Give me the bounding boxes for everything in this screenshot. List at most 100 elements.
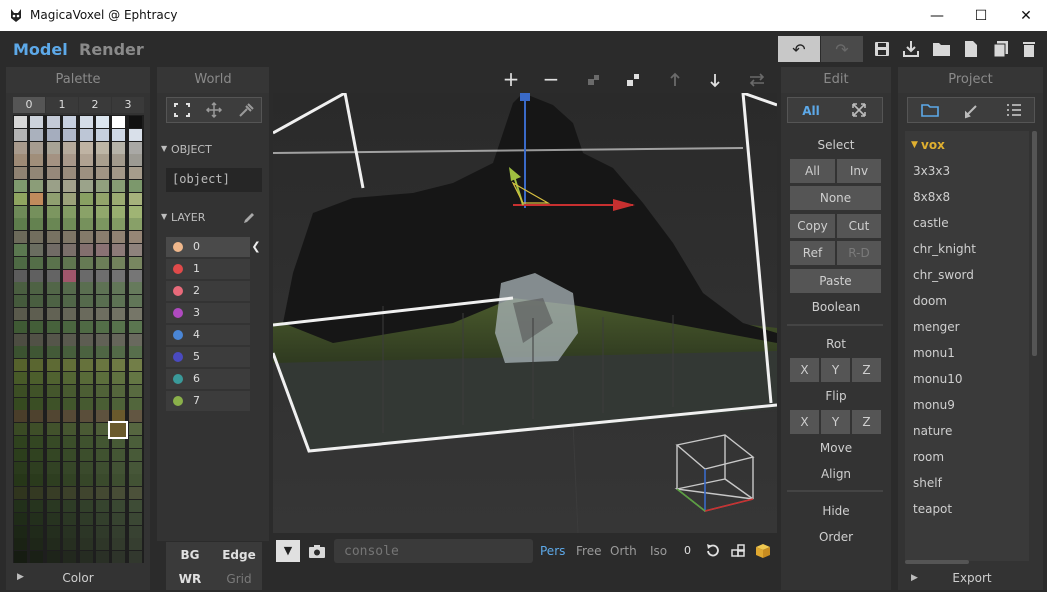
palette-swatch[interactable]	[14, 500, 27, 512]
palette-swatch[interactable]	[128, 500, 142, 512]
palette-swatch[interactable]	[112, 282, 126, 295]
palette-swatch[interactable]	[14, 141, 27, 154]
open-folder-icon[interactable]	[931, 36, 953, 62]
console-dropdown-icon[interactable]: ▼	[276, 540, 300, 562]
palette-swatch[interactable]	[128, 436, 142, 448]
palette-swatch[interactable]	[112, 538, 126, 551]
palette-swatch[interactable]	[128, 231, 142, 244]
palette-swatch[interactable]	[46, 218, 60, 231]
palette-swatch[interactable]	[30, 116, 44, 128]
palette-swatch[interactable]	[96, 180, 109, 192]
palette-swatch[interactable]	[128, 333, 142, 346]
palette-swatch[interactable]	[79, 154, 93, 167]
palette-swatch[interactable]	[63, 474, 77, 487]
palette-swatch[interactable]	[112, 205, 126, 218]
project-file-item[interactable]: castle	[913, 216, 949, 230]
palette-swatch[interactable]	[14, 320, 27, 333]
palette-swatch[interactable]	[30, 244, 44, 256]
export-button[interactable]: Export	[944, 571, 1000, 585]
palette-swatch[interactable]	[128, 448, 142, 461]
palette-swatch[interactable]	[128, 282, 142, 295]
rotate-y-button[interactable]: Y	[821, 358, 850, 382]
palette-swatch[interactable]	[30, 346, 44, 359]
palette-swatch[interactable]	[46, 308, 60, 320]
palette-index-1[interactable]: 1	[46, 97, 78, 113]
bg-toggle[interactable]: BG	[172, 548, 208, 562]
palette-swatch[interactable]	[14, 295, 27, 308]
palette-swatch[interactable]	[46, 372, 60, 384]
console-input[interactable]	[334, 539, 533, 563]
palette-swatch[interactable]	[128, 346, 142, 359]
palette-swatch[interactable]	[30, 192, 44, 205]
palette-swatch[interactable]	[128, 180, 142, 192]
layer-visibility-toggle[interactable]	[250, 259, 262, 279]
palette-swatch[interactable]	[112, 525, 126, 538]
layer-row[interactable]: 7	[166, 391, 262, 411]
expand-model-icon[interactable]	[624, 72, 642, 88]
project-file-item[interactable]: doom	[913, 294, 947, 308]
layer-row[interactable]: 0 ❮	[166, 237, 262, 257]
palette-swatch[interactable]	[128, 128, 142, 141]
rd-button[interactable]: R-D	[837, 241, 881, 265]
object-collapse-icon[interactable]: ▼	[161, 144, 167, 153]
palette-swatch[interactable]	[79, 205, 93, 218]
palette-swatch[interactable]	[112, 269, 126, 282]
palette-swatch[interactable]	[63, 538, 77, 551]
layer-color-icon[interactable]	[173, 352, 183, 362]
palette-swatch[interactable]	[79, 282, 93, 295]
palette-swatch[interactable]	[128, 154, 142, 167]
arrow-down-icon[interactable]	[707, 71, 723, 89]
palette-swatch[interactable]	[128, 256, 142, 269]
palette-swatch[interactable]	[128, 384, 142, 397]
project-file-item[interactable]: chr_knight	[913, 242, 976, 256]
export-expand-icon[interactable]: ▶	[911, 573, 918, 583]
ref-button[interactable]: Ref	[790, 241, 835, 265]
palette-swatch[interactable]	[30, 538, 44, 551]
palette-swatch[interactable]	[128, 218, 142, 231]
project-file-item[interactable]: menger	[913, 320, 960, 334]
palette-swatch[interactable]	[112, 167, 126, 180]
palette-swatch[interactable]	[30, 269, 44, 282]
palette-swatch[interactable]	[46, 167, 60, 180]
palette-swatch[interactable]	[96, 205, 109, 218]
palette-swatch[interactable]	[14, 346, 27, 359]
palette-swatch[interactable]	[79, 231, 93, 244]
add-voxel-button[interactable]: +	[500, 67, 522, 91]
palette-swatch[interactable]	[46, 448, 60, 461]
project-file-item[interactable]: 8x8x8	[913, 190, 950, 204]
palette-swatch[interactable]	[14, 359, 27, 372]
layer-row[interactable]: 2	[166, 281, 262, 301]
palette-swatch[interactable]	[96, 128, 109, 141]
palette-swatch[interactable]	[14, 384, 27, 397]
palette-swatch[interactable]	[112, 141, 126, 154]
palette-swatch[interactable]	[14, 128, 27, 141]
palette-swatch[interactable]	[46, 333, 60, 346]
select-invert-button[interactable]: Inv	[837, 159, 881, 183]
palette-swatch[interactable]	[96, 320, 109, 333]
palette-swatch[interactable]	[14, 474, 27, 487]
palette-swatch[interactable]	[63, 218, 77, 231]
palette-swatch[interactable]	[46, 487, 60, 500]
palette-swatch[interactable]	[128, 320, 142, 333]
palette-swatch[interactable]	[63, 333, 77, 346]
palette-swatch[interactable]	[46, 154, 60, 167]
palette-swatch[interactable]	[79, 256, 93, 269]
palette-swatch[interactable]	[46, 180, 60, 192]
palette-swatch[interactable]	[46, 423, 60, 436]
palette-swatch[interactable]	[14, 512, 27, 525]
palette-swatch[interactable]	[63, 154, 77, 167]
project-file-item[interactable]: room	[913, 450, 944, 464]
tab-render[interactable]: Render	[79, 40, 144, 59]
palette-swatch[interactable]	[112, 154, 126, 167]
palette-swatch[interactable]	[128, 525, 142, 538]
palette-swatch[interactable]	[63, 551, 77, 564]
flip-y-button[interactable]: Y	[821, 410, 850, 434]
palette-swatch[interactable]	[128, 487, 142, 500]
palette-swatch[interactable]	[63, 525, 77, 538]
palette-swatch[interactable]	[46, 384, 60, 397]
palette-swatch[interactable]	[30, 474, 44, 487]
palette-swatch[interactable]	[30, 525, 44, 538]
palette-swatch[interactable]	[96, 512, 109, 525]
palette-swatch[interactable]	[30, 372, 44, 384]
order-button[interactable]: Order	[790, 530, 882, 544]
